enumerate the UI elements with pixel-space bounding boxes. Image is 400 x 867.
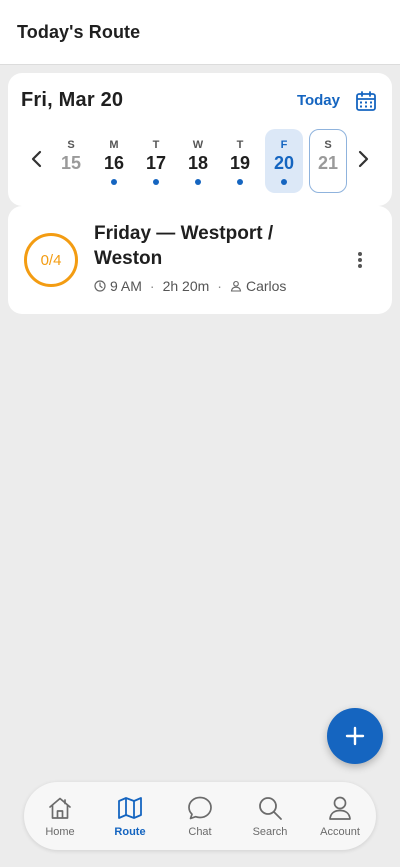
has-route-dot [281, 179, 287, 185]
chevron-left-icon[interactable] [26, 147, 46, 171]
day-cell-17[interactable]: T 17 [137, 129, 175, 193]
nav-item-account[interactable]: Account [305, 782, 375, 850]
has-route-dot [153, 179, 159, 185]
stop-progress-ring: 0/4 [24, 233, 78, 287]
account-icon [329, 796, 351, 820]
date-selector-card: Fri, Mar 20 Today S 15 M 16 T 17 W 18 T … [8, 73, 392, 206]
person-icon [230, 280, 242, 292]
nav-label-route: Route [114, 826, 146, 838]
nav-item-search[interactable]: Search [235, 782, 305, 850]
day-of-week-label: T [236, 139, 244, 151]
day-number: 16 [103, 153, 125, 173]
day-of-week-label: S [324, 139, 332, 151]
map-icon [118, 797, 142, 819]
plus-icon [345, 726, 365, 746]
stop-progress-text: 0/4 [40, 251, 62, 269]
day-cell-16[interactable]: M 16 [95, 129, 133, 193]
route-title: Friday — Westport / Weston [94, 223, 274, 269]
chat-icon [188, 796, 212, 820]
day-cell-15[interactable]: S 15 [52, 129, 90, 193]
day-cell-21[interactable]: S 21 [309, 129, 347, 193]
route-start-time: 9 AM [110, 278, 142, 294]
meta-separator: · [149, 278, 155, 294]
selected-date-heading: Fri, Mar 20 [21, 89, 124, 111]
clock-icon [94, 280, 106, 292]
nav-label-search: Search [252, 826, 288, 838]
day-of-week-label: T [152, 139, 160, 151]
nav-item-chat[interactable]: Chat [165, 782, 235, 850]
day-of-week-label: W [192, 139, 204, 151]
day-number: 20 [273, 153, 295, 173]
nav-label-account: Account [320, 826, 360, 838]
day-number: 18 [187, 153, 209, 173]
add-route-button[interactable] [327, 708, 383, 764]
more-options-icon[interactable] [350, 250, 370, 270]
day-number: 17 [145, 153, 167, 173]
day-cell-19[interactable]: T 19 [221, 129, 259, 193]
meta-separator: · [217, 278, 222, 294]
calendar-icon[interactable] [355, 90, 377, 112]
page-title: Today's Route [17, 21, 141, 42]
route-card[interactable]: 0/4 Friday — Westport / Weston 9 AM · 2h… [8, 206, 392, 314]
chevron-right-icon[interactable] [354, 147, 374, 171]
day-number: 21 [317, 153, 339, 173]
day-number: 19 [229, 153, 251, 173]
nav-label-home: Home [45, 826, 75, 838]
day-cell-20-selected[interactable]: F 20 [265, 129, 303, 193]
today-button[interactable]: Today [297, 92, 340, 109]
has-route-dot [237, 179, 243, 185]
day-cell-18[interactable]: W 18 [179, 129, 217, 193]
has-route-dot [195, 179, 201, 185]
day-of-week-label: S [67, 139, 75, 151]
day-of-week-label: M [109, 139, 119, 151]
app-bar: Today's Route [0, 0, 400, 65]
day-of-week-label: F [280, 139, 288, 151]
home-icon [49, 797, 71, 819]
route-meta: 9 AM · 2h 20m · Carlos [94, 278, 286, 294]
route-duration: 2h 20m [162, 278, 210, 294]
nav-item-home[interactable]: Home [25, 782, 95, 850]
bottom-navigation: Home Route Chat Search Account [24, 782, 376, 850]
route-driver: Carlos [245, 278, 287, 294]
nav-item-route[interactable]: Route [95, 782, 165, 850]
has-route-dot [111, 179, 117, 185]
search-icon [259, 797, 282, 820]
day-number: 15 [60, 153, 82, 173]
nav-label-chat: Chat [188, 826, 212, 838]
